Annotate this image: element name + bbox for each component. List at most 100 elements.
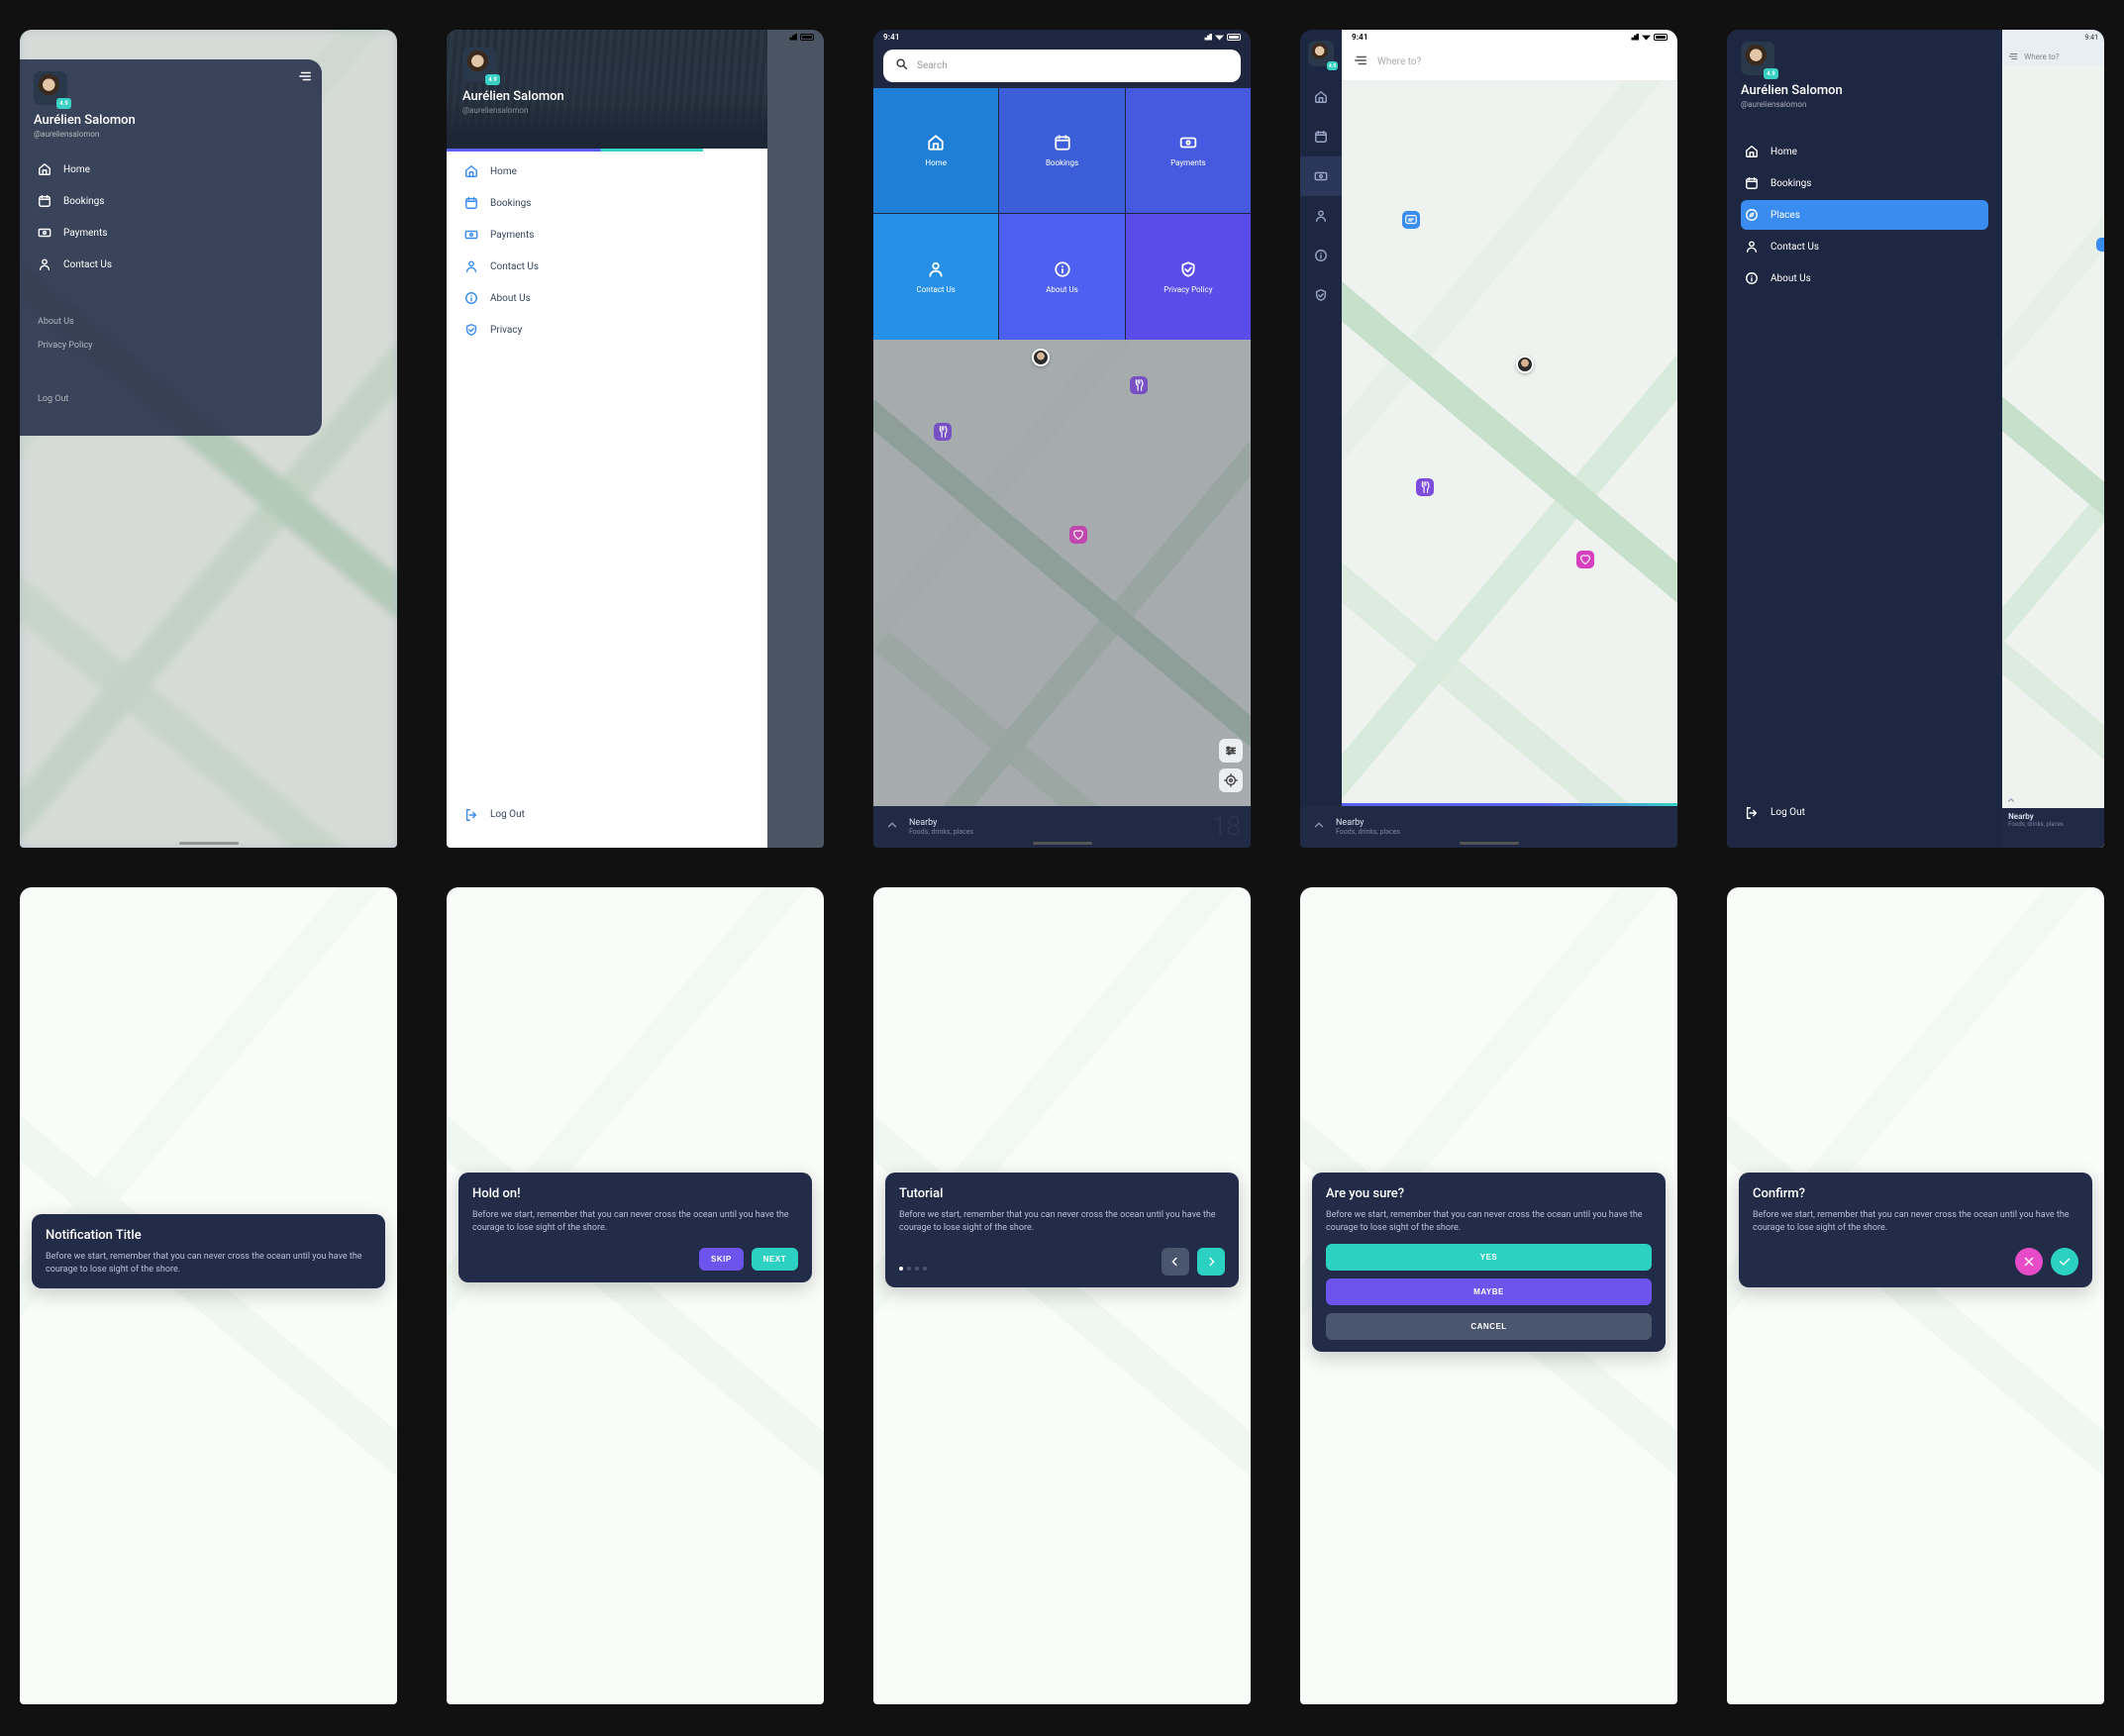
maybe-button[interactable]: MAYBE <box>1326 1278 1652 1305</box>
menu-item-privacy[interactable]: Privacy <box>460 315 754 345</box>
menu-item-home[interactable]: Home <box>34 154 308 184</box>
menu-item-logout[interactable]: Log Out <box>34 388 308 410</box>
nearby-footer[interactable]: Nearby Foods, drinks, places <box>2002 808 2104 848</box>
status-bar: 9:41 <box>1342 30 1677 44</box>
tile-about[interactable]: About Us <box>999 214 1124 339</box>
map-area[interactable] <box>2002 65 2104 848</box>
menu-item-bookings[interactable]: Bookings <box>460 188 754 218</box>
avatar[interactable]: 4.9 <box>462 48 496 81</box>
home-indicator <box>1460 842 1519 845</box>
confirm-card: Are you sure? Before we start, remember … <box>1312 1173 1666 1351</box>
rail-item-about[interactable] <box>1300 236 1342 275</box>
skip-button[interactable]: SKIP <box>699 1248 744 1271</box>
menu-item-contact[interactable]: Contact Us <box>1741 232 1988 261</box>
chevron-up-icon <box>1312 818 1326 835</box>
menu-item-contact[interactable]: Contact Us <box>460 252 754 281</box>
map-pin-food[interactable] <box>934 423 952 441</box>
card-body: Before we start, remember that you can n… <box>1326 1209 1652 1235</box>
menu-label: Log Out <box>38 394 68 404</box>
status-bar: 9:41 <box>873 30 1251 44</box>
yes-button[interactable]: YES <box>1326 1244 1652 1271</box>
menu-item-bookings[interactable]: Bookings <box>34 186 308 216</box>
rail-item-payments[interactable] <box>1300 156 1342 196</box>
rating-badge: 4.9 <box>1327 61 1338 70</box>
map-pin-favorite[interactable] <box>1576 551 1594 568</box>
menu-item-about[interactable]: About Us <box>460 283 754 313</box>
map-pin[interactable] <box>2096 238 2104 252</box>
screen-drawer-dark: 4.9 Aurélien Salomon @aureliensalomon Ho… <box>1727 30 2104 848</box>
menu-item-about[interactable]: About Us <box>1741 263 1988 293</box>
card-title: Confirm? <box>1753 1186 2078 1201</box>
profile-block: 4.9 Aurélien Salomon @aureliensalomon <box>1727 30 2002 117</box>
chevron-up-icon <box>885 818 899 835</box>
next-button[interactable]: NEXT <box>752 1248 798 1271</box>
menu-label: Home <box>63 164 90 175</box>
rating-badge: 4.9 <box>485 74 500 85</box>
home-icon <box>927 134 945 153</box>
rail-avatar[interactable]: 4.9 <box>1300 30 1342 77</box>
rail-item-privacy[interactable] <box>1300 275 1342 315</box>
avatar[interactable]: 4.9 <box>1741 42 1774 75</box>
locate-button[interactable] <box>1219 768 1243 792</box>
map-pin-food[interactable] <box>1416 478 1434 496</box>
rail-item-home[interactable] <box>1300 77 1342 117</box>
where-input[interactable]: Where to? <box>2002 46 2104 65</box>
tile-contact[interactable]: Contact Us <box>873 214 998 339</box>
menu-toggle-icon[interactable] <box>298 69 312 79</box>
screen-notification: Notification Title Before we start, reme… <box>20 887 397 1705</box>
home-icon <box>38 162 51 176</box>
profile-name: Aurélien Salomon <box>34 113 308 128</box>
map-user-pin[interactable] <box>1516 356 1534 373</box>
map-user-pin[interactable] <box>1032 349 1050 366</box>
menu-label: Privacy <box>490 325 522 336</box>
accept-button[interactable] <box>2051 1248 2078 1276</box>
drawer-panel: 4.9 Aurélien Salomon @aureliensalomon Ho… <box>1727 30 2002 848</box>
rail-item-bookings[interactable] <box>1300 117 1342 156</box>
menu-item-payments[interactable]: Payments <box>460 220 754 250</box>
screen-grid-tiles: 9:41 Search Home Bookings Payments <box>873 30 1251 848</box>
menu-item-logout[interactable]: Log Out <box>460 800 754 830</box>
confirm-card: Confirm? Before we start, remember that … <box>1739 1173 2092 1286</box>
screen-confirm-sure: Are you sure? Before we start, remember … <box>1300 887 1677 1705</box>
menu-item-places[interactable]: Places <box>1741 200 1988 230</box>
menu-item-about[interactable]: About Us <box>34 311 308 333</box>
map-area[interactable] <box>1342 81 1677 803</box>
map-pin-food[interactable] <box>1130 376 1148 394</box>
filters-button[interactable] <box>1219 739 1243 763</box>
booking-icon <box>1054 134 1071 153</box>
next-button[interactable] <box>1197 1248 1225 1276</box>
menu-item-home[interactable]: Home <box>460 156 754 186</box>
tile-payments[interactable]: Payments <box>1126 88 1251 213</box>
prev-button[interactable] <box>1162 1248 1189 1276</box>
footer-title: Nearby <box>2008 812 2098 821</box>
logout-icon <box>464 808 478 822</box>
cancel-button[interactable]: CANCEL <box>1326 1313 1652 1340</box>
menu-item-payments[interactable]: Payments <box>34 218 308 248</box>
home-icon <box>1745 145 1759 158</box>
menu-item-privacy[interactable]: Privacy Policy <box>34 335 308 357</box>
where-placeholder: Where to? <box>1377 56 1421 67</box>
tile-label: Home <box>925 158 947 167</box>
tile-bookings[interactable]: Bookings <box>999 88 1124 213</box>
menu-label: Places <box>1770 210 1800 221</box>
decline-button[interactable] <box>2015 1248 2043 1276</box>
search-placeholder: Search <box>917 60 948 71</box>
menu-item-contact[interactable]: Contact Us <box>34 250 308 279</box>
tile-home[interactable]: Home <box>873 88 998 213</box>
footer-subtitle: Foods, drinks, places <box>2008 821 2098 828</box>
map-pin-message[interactable] <box>1402 211 1420 229</box>
menu-label: Home <box>1770 147 1797 157</box>
where-input[interactable]: Where to? <box>1342 44 1677 81</box>
tile-privacy[interactable]: Privacy Policy <box>1126 214 1251 339</box>
map-area[interactable] <box>873 340 1251 806</box>
battery-icon <box>800 34 814 41</box>
rail-item-contact[interactable] <box>1300 196 1342 236</box>
avatar[interactable]: 4.9 <box>34 71 67 105</box>
menu-item-bookings[interactable]: Bookings <box>1741 168 1988 198</box>
search-input[interactable]: Search <box>883 50 1241 82</box>
menu-item-logout[interactable]: Log Out <box>1741 798 1988 828</box>
map-pin-favorite[interactable] <box>1069 526 1087 544</box>
card-title: Are you sure? <box>1326 1186 1652 1201</box>
menu-item-home[interactable]: Home <box>1741 137 1988 166</box>
user-icon <box>927 260 945 280</box>
